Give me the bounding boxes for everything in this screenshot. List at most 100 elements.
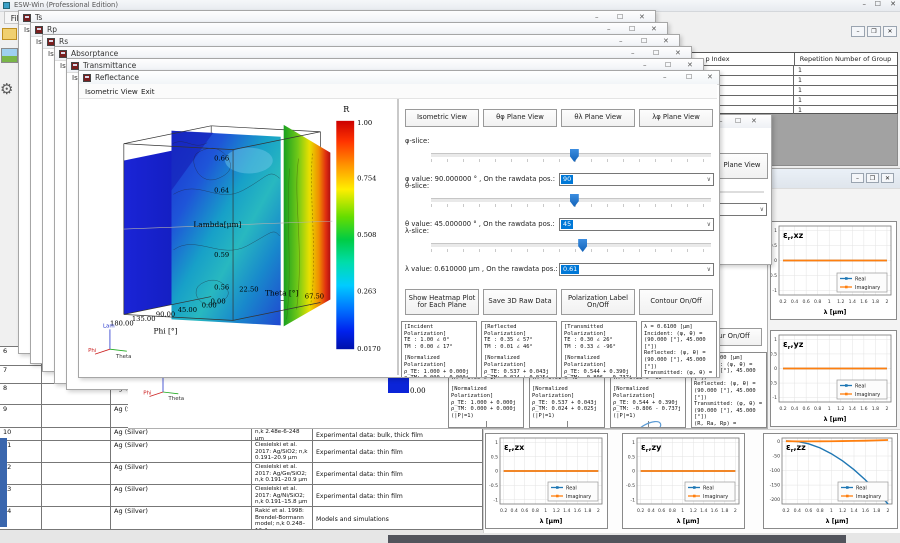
info-line: Transmitted: (φ, θ) = (90.000 [°], 45.00…: [644, 370, 714, 377]
plot3d-canvas[interactable]: 180.00135.0090.0045.000.00Phi [°]0.0022.…: [81, 99, 399, 375]
svg-text:1.4: 1.4: [700, 508, 707, 514]
slice-slider-2[interactable]: [431, 239, 711, 253]
chart-panel-rzx: 0.20.40.60.811.21.41.61.8210.50-0.5-1λ […: [485, 433, 608, 529]
image-icon[interactable]: [1, 48, 18, 63]
svg-text:0.6: 0.6: [805, 508, 812, 514]
svg-text:0.2: 0.2: [500, 508, 507, 514]
chart-panel-ryz: 0.20.40.60.811.21.41.61.8210.50-0.5-1λ […: [770, 330, 897, 427]
info-line: TE : 0.35 ∠ 57°: [484, 337, 554, 344]
svg-text:-200: -200: [770, 497, 781, 503]
menu-exit[interactable]: Exit: [141, 87, 155, 96]
mini-combobox[interactable]: ∨: [717, 203, 767, 216]
background-window-maximize-button[interactable]: ☐: [629, 25, 635, 34]
svg-text:0.8: 0.8: [816, 508, 823, 514]
table-cell-empty: [42, 506, 111, 529]
action-button-1[interactable]: Save 3D Raw Data: [483, 289, 557, 315]
background-window-minimize-button[interactable]: –: [619, 37, 623, 46]
rawdata-pos-combobox-2[interactable]: 0.61∨: [559, 263, 714, 276]
svg-text:0: 0: [495, 469, 498, 475]
background-window-maximize-button[interactable]: ☐: [641, 37, 647, 46]
background-window-maximize-button[interactable]: ☐: [653, 49, 659, 58]
background-window-maximize-button[interactable]: ☐: [617, 13, 623, 22]
polarization-diagram: [451, 419, 521, 428]
info-line: [Normalized Polarization]: [484, 355, 554, 368]
mdi-close-icon[interactable]: ✕: [883, 26, 897, 37]
svg-text:1.6: 1.6: [711, 508, 718, 514]
slider-ticks: [431, 204, 711, 207]
reflectance-maximize-button[interactable]: ☐: [686, 73, 692, 82]
chart-svg: 0.20.40.60.811.21.41.61.8210.50-0.5-1λ […: [771, 222, 896, 319]
menu-isometric-view[interactable]: Isometric View: [85, 87, 138, 96]
svg-text:1.6: 1.6: [574, 508, 581, 514]
child-minimize-button[interactable]: –: [851, 173, 864, 183]
table-cell-empty: [42, 404, 111, 427]
background-window-minimize-button[interactable]: –: [643, 61, 647, 70]
background-window-minimize-button[interactable]: –: [607, 25, 611, 34]
rawdata-pos-combobox-0[interactable]: 90∨: [559, 173, 714, 186]
slice-slider-1[interactable]: [431, 194, 711, 208]
table-cell-material: Ag (Silver): [111, 484, 252, 506]
info-line: [Reflected Polarization]: [484, 324, 554, 337]
svg-text:0.6: 0.6: [802, 299, 809, 305]
svg-text:Phi: Phi: [88, 348, 96, 354]
svg-text:0.2: 0.2: [782, 508, 789, 514]
background-window-close-icon[interactable]: ✕: [651, 25, 657, 34]
svg-text:45.00: 45.00: [178, 306, 197, 314]
background-window-close-icon[interactable]: ✕: [687, 61, 693, 70]
background-window-minimize-button[interactable]: –: [631, 49, 635, 58]
background-window-close-icon[interactable]: ✕: [663, 37, 669, 46]
view-button-1[interactable]: θφ Plane View: [483, 109, 557, 127]
action-button-0[interactable]: Show Heatmap Plot for Each Plane: [405, 289, 479, 315]
background-window-close-icon[interactable]: ✕: [639, 13, 645, 22]
minimize-button[interactable]: –: [863, 0, 867, 8]
svg-text:0.59: 0.59: [214, 251, 229, 259]
reflectance-close-icon[interactable]: ✕: [707, 73, 713, 82]
info-line: TM : 0.00 ∠ 17°: [404, 344, 474, 351]
background-window-minimize-button[interactable]: –: [595, 13, 599, 22]
mini-titlebar[interactable]: – ☐ ✕: [714, 115, 771, 128]
background-window-maximize-button[interactable]: ☐: [665, 61, 671, 70]
rawdata-pos-combobox-1[interactable]: 45∨: [559, 218, 714, 231]
svg-text:1.2: 1.2: [553, 508, 560, 514]
view-button-0[interactable]: Isometric View: [405, 109, 479, 127]
svg-text:0.8: 0.8: [669, 508, 676, 514]
background-window-close-icon[interactable]: ✕: [675, 49, 681, 58]
mdi-minimize-button[interactable]: –: [851, 26, 865, 37]
background-window-title: Ts: [35, 13, 42, 22]
window-icon: [23, 14, 31, 22]
svg-text:90.00: 90.00: [156, 310, 175, 318]
child-close-icon[interactable]: ✕: [881, 173, 894, 183]
info-line: ρ_TE: 1.000 + 0.000j: [451, 400, 521, 407]
slice-label-2: λ-slice:: [405, 227, 429, 235]
taskbar-fragment: [388, 535, 846, 543]
table-row-number: 7: [0, 365, 42, 383]
child-restore-button[interactable]: ❐: [866, 173, 879, 183]
svg-text:Imaginary: Imaginary: [855, 392, 880, 398]
view-button-2[interactable]: θλ Plane View: [561, 109, 635, 127]
table-cell-description: Experimental data: thin film: [313, 462, 483, 484]
mini-slider-track[interactable]: [718, 191, 764, 194]
table-cell-empty: [42, 427, 111, 440]
chart-panel-rzy: 0.20.40.60.811.21.41.61.8210.50-0.5-1λ […: [622, 433, 745, 529]
gear-icon[interactable]: ⚙: [0, 80, 18, 98]
slice-slider-0[interactable]: [431, 149, 711, 163]
mini-plane-view-button[interactable]: Plane View: [716, 153, 768, 179]
mini-maximize-button[interactable]: ☐: [735, 117, 741, 126]
view-button-3[interactable]: λφ Plane View: [639, 109, 713, 127]
reflectance-minimize-button[interactable]: –: [663, 73, 667, 82]
action-button-3[interactable]: Contour On/Off: [639, 289, 713, 315]
polarization-diagram: [613, 419, 683, 428]
svg-text:1: 1: [828, 299, 831, 305]
close-icon[interactable]: ✕: [890, 0, 896, 8]
mdi-restore-button[interactable]: ❐: [867, 26, 881, 37]
polarization-info-box-1: [Reflected Polarization]TE : 0.35 ∠ 57°T…: [481, 321, 557, 377]
folder-icon[interactable]: [2, 28, 17, 40]
polarization-info-box-0: [Incident Polarization]TE : 1.00 ∠ 0°TM …: [401, 321, 477, 377]
mini-close-icon[interactable]: ✕: [751, 117, 757, 126]
maximize-button[interactable]: ☐: [875, 0, 881, 8]
action-button-2[interactable]: Polarization Label On/Off: [561, 289, 635, 315]
reflectance-menubar: Isometric View Exit: [79, 84, 717, 99]
reflectance-titlebar[interactable]: Reflectance – ☐ ✕: [79, 71, 719, 85]
window-icon: [35, 26, 43, 34]
svg-text:-50: -50: [772, 454, 780, 460]
